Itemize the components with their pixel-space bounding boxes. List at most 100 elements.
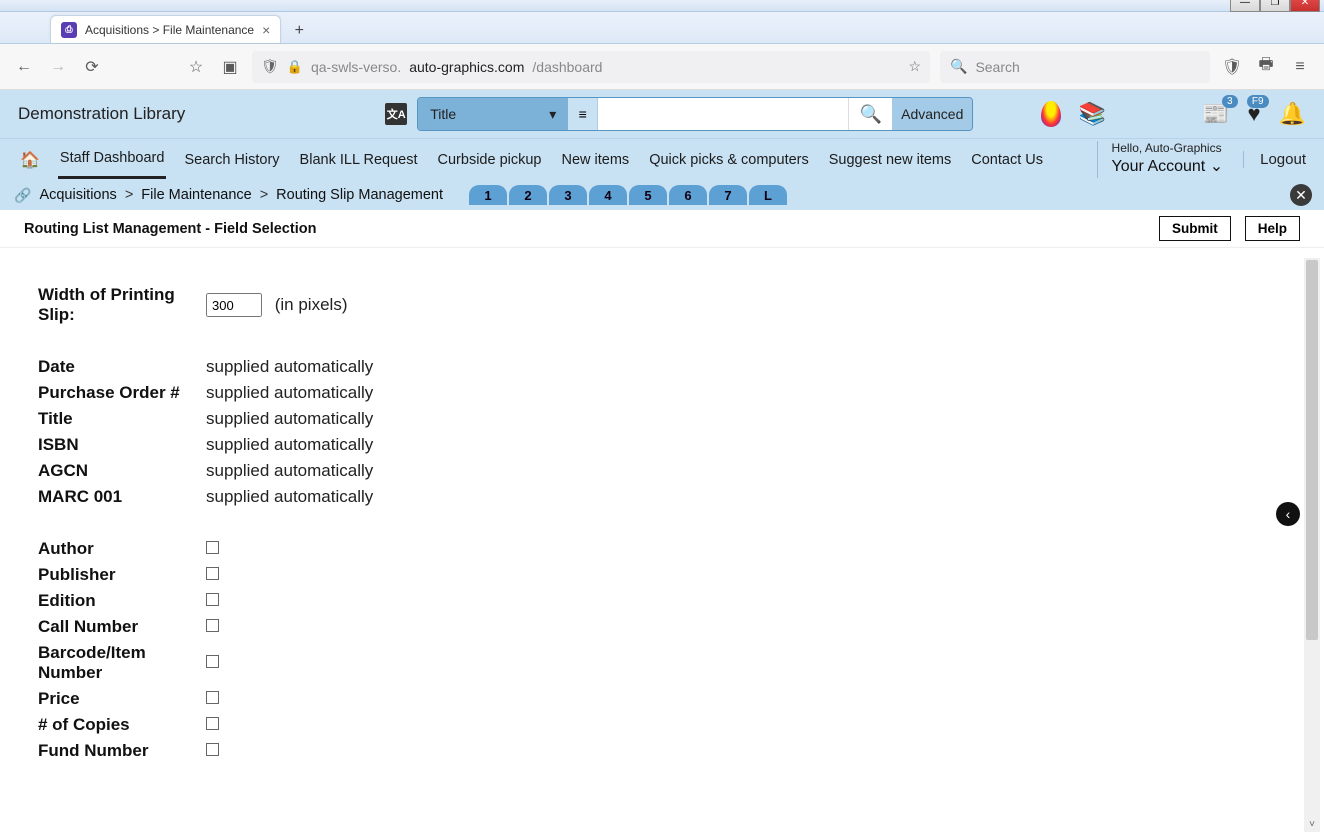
breadcrumb-bar: 🔗 Acquisitions > File Maintenance > Rout… [0,180,1324,210]
form-content: Width of Printing Slip: (in pixels) Date… [8,252,1304,832]
crumb-file-maintenance[interactable]: File Maintenance [141,187,251,203]
reload-button[interactable]: ⟳ [80,55,104,79]
record-tab[interactable]: 2 [509,185,547,205]
field-label: Fund Number [32,738,200,764]
checkbox[interactable] [206,567,219,580]
nav-curbside[interactable]: Curbside pickup [436,142,544,178]
back-button[interactable]: ← [12,55,36,79]
database-icon[interactable]: ≡ [568,98,598,130]
nav-blank-ill[interactable]: Blank ILL Request [298,142,420,178]
menu-icon[interactable]: ≡ [1288,55,1312,79]
auto-row: Titlesupplied automatically [32,406,379,432]
record-tab[interactable]: 7 [709,185,747,205]
checkbox[interactable] [206,655,219,668]
news-icon[interactable]: 📰3 [1202,101,1229,127]
checkbox[interactable] [206,717,219,730]
checkbox[interactable] [206,691,219,704]
tab-close-icon[interactable]: × [262,22,270,38]
field-value: supplied automatically [200,432,379,458]
browser-tab[interactable]: ⎙ Acquisitions > File Maintenance × [50,15,281,43]
nav-staff-dashboard[interactable]: Staff Dashboard [58,140,167,179]
pocket-icon[interactable]: ☆ [184,55,208,79]
checkbox[interactable] [206,541,219,554]
nav-contact[interactable]: Contact Us [969,142,1045,178]
scroll-down-icon[interactable]: ˅ [1304,816,1320,832]
advanced-label: Advanced [901,106,963,122]
collections-icon[interactable]: 📚 [1079,101,1106,127]
reader-icon[interactable]: 🛡 [1220,55,1244,79]
auto-row: ISBNsupplied automatically [32,432,379,458]
checkbox[interactable] [206,743,219,756]
window-close-button[interactable]: ✕ [1290,0,1320,12]
record-tab[interactable]: 1 [469,185,507,205]
library-icon[interactable]: ▣ [218,55,242,79]
record-tab[interactable]: 3 [549,185,587,205]
check-row: Price [32,686,379,712]
fav-badge: F9 [1247,95,1269,108]
page-title-row: Routing List Management - Field Selectio… [0,210,1324,248]
url-domain: auto-graphics.com [409,59,524,75]
window-maximize-button[interactable]: ❐ [1260,0,1290,12]
browser-toolbar: ← → ⟳ ☆ ▣ 🛡 🔒 qa-swls-verso. auto-graphic… [0,44,1324,90]
help-button[interactable]: Help [1245,216,1300,241]
address-bar[interactable]: 🛡 🔒 qa-swls-verso.auto-graphics.com/dash… [252,51,930,83]
url-prefix: qa-swls-verso. [311,59,401,75]
nav-new-items[interactable]: New items [560,142,632,178]
notifications-icon[interactable]: 🔔 [1279,101,1306,127]
field-label: Publisher [32,562,200,588]
url-path: /dashboard [532,59,602,75]
lock-icon: 🔒 [287,59,303,75]
submit-button[interactable]: Submit [1159,216,1231,241]
account-menu[interactable]: Hello, Auto-Graphics Your Account ⌄ [1097,141,1224,177]
account-label: Your Account [1112,158,1206,175]
balloon-icon[interactable] [1041,101,1061,127]
chevron-left-icon: ‹ [1286,506,1291,522]
scroll-thumb[interactable] [1306,260,1318,640]
news-badge: 3 [1222,95,1238,108]
record-tab[interactable]: L [749,185,787,205]
field-label: Barcode/Item Number [32,640,200,686]
home-icon[interactable]: 🏠 [18,140,42,180]
language-icon[interactable]: 文A [385,103,407,125]
nav-quick-picks[interactable]: Quick picks & computers [647,142,811,178]
browser-search-box[interactable]: 🔍 Search [940,51,1210,83]
scrollbar[interactable]: ˄ ˅ [1304,258,1320,832]
record-tab[interactable]: 6 [669,185,707,205]
advanced-search-button[interactable]: Advanced [892,98,972,130]
app-header: Demonstration Library 文A Title ▾ ≡ 🔍 Adv… [0,90,1324,138]
search-placeholder: Search [975,59,1019,75]
crumb-routing-slip[interactable]: Routing Slip Management [276,187,443,203]
collapse-panel-button[interactable]: ‹ [1276,502,1300,526]
nav-search-history[interactable]: Search History [182,142,281,178]
main-nav: 🏠 Staff Dashboard Search History Blank I… [0,138,1324,180]
catalog-search-group: Title ▾ ≡ 🔍 Advanced [417,97,973,131]
field-value: supplied automatically [200,406,379,432]
print-icon[interactable]: 🖶 [1254,55,1278,79]
width-input[interactable] [206,293,262,317]
library-name: Demonstration Library [18,104,185,124]
auto-row: Purchase Order #supplied automatically [32,380,379,406]
close-panel-button[interactable]: ✕ [1290,184,1312,206]
catalog-search-input[interactable] [598,98,848,130]
bookmark-star-icon[interactable]: ☆ [908,58,921,75]
field-label: Edition [32,588,200,614]
checkbox[interactable] [206,593,219,606]
window-minimize-button[interactable]: — [1230,0,1260,12]
check-row: Call Number [32,614,379,640]
search-scope-dropdown[interactable]: Title ▾ [418,98,568,130]
check-row: Publisher [32,562,379,588]
crumb-acquisitions[interactable]: Acquisitions [39,187,116,203]
forward-button[interactable]: → [46,55,70,79]
checkbox[interactable] [206,619,219,632]
chevron-down-icon: ▾ [549,106,556,123]
record-tab[interactable]: 5 [629,185,667,205]
field-label: MARC 001 [32,484,200,510]
nav-suggest[interactable]: Suggest new items [827,142,954,178]
link-icon: 🔗 [14,187,31,204]
logout-link[interactable]: Logout [1243,151,1306,168]
new-tab-button[interactable]: + [285,19,313,43]
tab-favicon-icon: ⎙ [61,22,77,38]
favorites-icon[interactable]: ♥F9 [1248,101,1261,127]
search-submit-button[interactable]: 🔍 [848,98,892,130]
record-tab[interactable]: 4 [589,185,627,205]
